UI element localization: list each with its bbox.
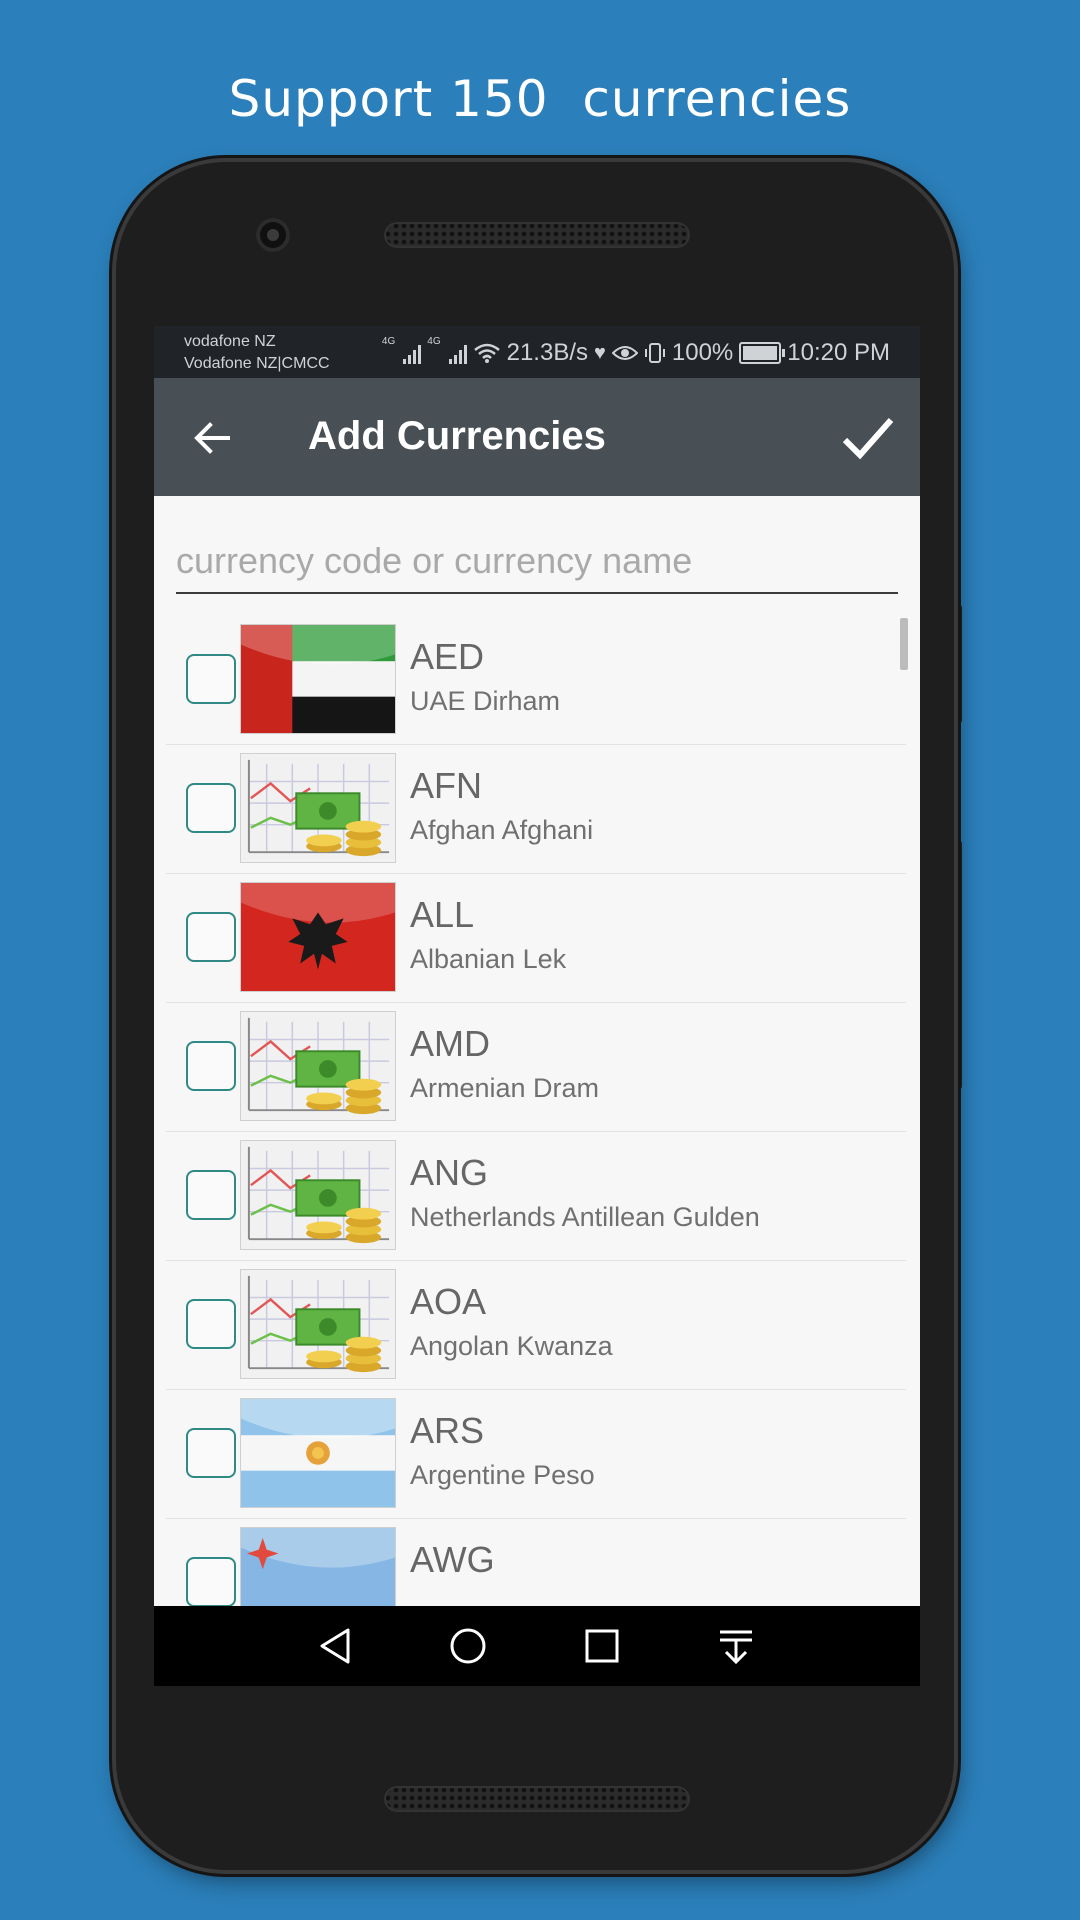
carrier-line-1: vodafone NZ [184,333,276,350]
checkbox[interactable] [186,783,236,833]
battery-icon [739,342,786,364]
generic-money-icon [240,753,396,863]
checkbox[interactable] [186,1170,236,1220]
headline: Support 150 currencies [228,70,852,128]
status-bar: vodafone NZ Vodafone NZ|CMCC 4G 4G 21.3B… [154,326,920,378]
bottom-speaker [384,1786,690,1812]
currency-name: Angolan Kwanza [410,1331,613,1361]
checkbox[interactable] [186,1557,236,1607]
currency-row-amd[interactable]: AMD Armenian Dram [166,1003,906,1132]
generic-money-icon [240,1011,396,1121]
checkbox[interactable] [186,654,236,704]
currency-code: ALL [410,894,475,935]
signal-strength-icon [403,342,422,364]
currency-name: Afghan Afghani [410,815,594,845]
uae-flag-icon [240,624,396,734]
checkbox[interactable] [186,912,236,962]
carrier-line-2: Vodafone NZ|CMCC [184,355,330,372]
currency-row-afn[interactable]: AFN Afghan Afghani [166,745,906,874]
network-type-2: 4G [427,336,441,347]
currency-code: AOA [410,1281,487,1322]
generic-money-icon [240,1269,396,1379]
signal-strength-icon [448,342,467,364]
currency-code: AWG [410,1539,495,1580]
currency-code: AFN [410,765,482,806]
battery-level: 100% [671,339,734,366]
earpiece-speaker [384,222,690,248]
scrollbar-thumb[interactable] [900,618,908,670]
navigation-bar [154,1606,920,1686]
heart-rate-icon: ♥ [594,341,606,364]
currency-name: UAE Dirham [410,686,561,716]
network-speed: 21.3B/s [506,339,588,366]
currency-row-ars[interactable]: ARS Argentine Peso [166,1390,906,1519]
wifi-icon [473,343,500,363]
currency-row-aoa[interactable]: AOA Angolan Kwanza [166,1261,906,1390]
search-input[interactable] [176,530,898,594]
currency-row-aed[interactable]: AED UAE Dirham [166,616,906,745]
checkbox[interactable] [186,1041,236,1091]
currency-name: Netherlands Antillean Gulden [410,1202,760,1232]
checkbox[interactable] [186,1428,236,1478]
back-triangle-icon[interactable] [312,1622,360,1670]
vibrate-icon [644,343,665,363]
currency-name: Argentine Peso [410,1460,595,1490]
notification-pull-down-icon[interactable] [712,1622,760,1670]
arrow-left-icon[interactable] [190,416,234,460]
network-type-1: 4G [381,336,396,347]
currency-row-all[interactable]: ALL Albanian Lek [166,874,906,1003]
clock: 10:20 PM [787,339,890,366]
app-bar: Add Currencies [154,378,920,496]
currency-code: AMD [410,1023,490,1064]
carrier-info: vodafone NZ Vodafone NZ|CMCC [184,331,330,375]
currency-code: ARS [410,1410,485,1451]
currency-code: AED [410,636,485,677]
currency-name: Armenian Dram [410,1073,600,1103]
front-camera-icon [256,218,290,252]
albania-flag-icon [240,882,396,992]
checkmark-icon[interactable] [840,412,896,464]
currency-list[interactable]: AED UAE Dirham AFN Afghan Afghani ALL Al… [166,616,906,1666]
currency-name: Albanian Lek [410,944,567,974]
status-icons: 4G 4G 21.3B/s ♥ 100% 10:20 PM [382,336,890,370]
phone-screen: vodafone NZ Vodafone NZ|CMCC 4G 4G 21.3B… [154,326,920,1686]
recents-square-icon[interactable] [578,1622,626,1670]
page-title: Add Currencies [308,414,606,458]
currency-code: ANG [410,1152,489,1193]
currency-row-ang[interactable]: ANG Netherlands Antillean Gulden [166,1132,906,1261]
home-circle-icon[interactable] [444,1622,492,1670]
argentina-flag-icon [240,1398,396,1508]
checkbox[interactable] [186,1299,236,1349]
generic-money-icon [240,1140,396,1250]
eye-icon [611,346,638,360]
